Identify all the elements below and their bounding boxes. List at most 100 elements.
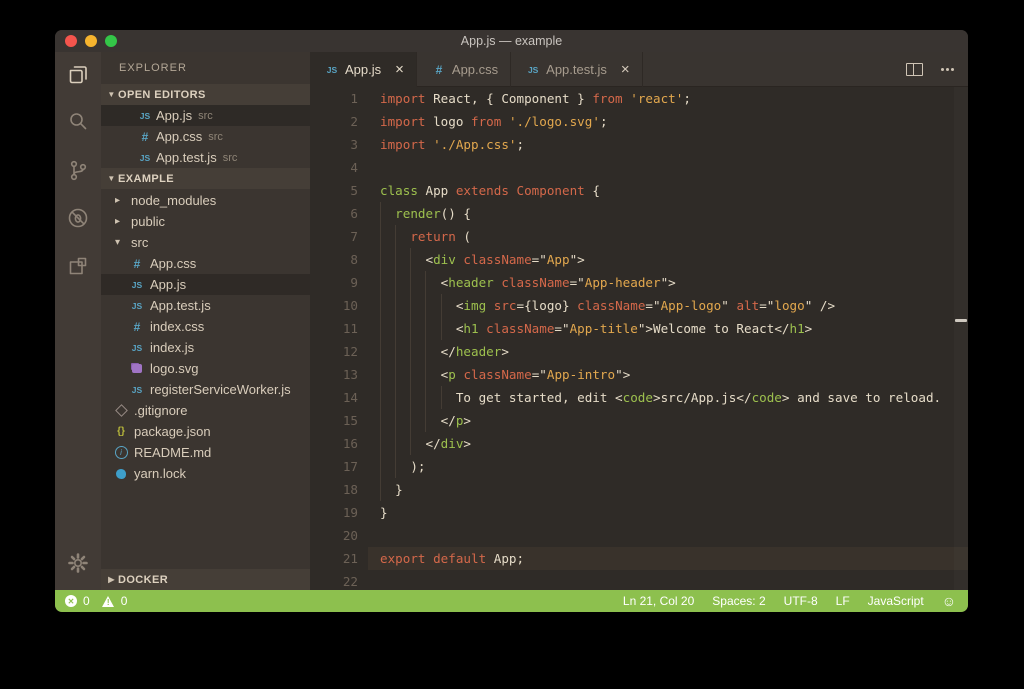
tree-item-readme-md[interactable]: README.md (101, 442, 310, 463)
json-file-icon (113, 424, 129, 440)
indent-guide (425, 409, 427, 432)
tree-item-index-js[interactable]: index.js (101, 337, 310, 358)
tab-app-css[interactable]: App.css (417, 52, 512, 87)
zoom-window-button[interactable] (105, 35, 117, 47)
js-file-icon (324, 62, 340, 78)
tree-item-app-js[interactable]: App.js (101, 274, 310, 295)
code-text: return ( (368, 225, 968, 248)
tree-item-registerserviceworker-js[interactable]: registerServiceWorker.js (101, 379, 310, 400)
folder-public[interactable]: ▸ public (101, 211, 310, 232)
code-line-8[interactable]: 8 <div className="App"> (310, 248, 968, 271)
debug-activity-button[interactable] (65, 207, 91, 233)
code-line-7[interactable]: 7 return ( (310, 225, 968, 248)
indent-guide (425, 271, 427, 294)
more-actions-icon[interactable] (946, 68, 949, 71)
chevron-down-icon: ▼ (107, 90, 116, 99)
code-text: <p className="App-intro"> (368, 363, 968, 386)
code-line-22[interactable]: 22 (310, 570, 968, 590)
tab-app-js[interactable]: App.js × (310, 52, 417, 87)
line-number: 1 (350, 91, 358, 106)
scrollbar[interactable] (954, 87, 968, 590)
code-text: export default App; (368, 547, 968, 570)
code-line-3[interactable]: 3 import './App.css'; (310, 133, 968, 156)
code-line-5[interactable]: 5 class App extends Component { (310, 179, 968, 202)
indent-guide (380, 409, 381, 432)
section-docker[interactable]: ▶ DOCKER (101, 569, 310, 590)
tree-item-gitignore[interactable]: .gitignore (101, 400, 310, 421)
code-line-16[interactable]: 16 </div> (310, 432, 968, 455)
explorer-activity-button[interactable] (65, 63, 91, 89)
section-open-editors[interactable]: ▼ OPEN EDITORS (101, 84, 310, 105)
tree-item-app-test-js[interactable]: App.test.js (101, 295, 310, 316)
problems-indicator[interactable]: ✕ 0 0 (65, 594, 127, 608)
code-line-18[interactable]: 18 } (310, 478, 968, 501)
code-text: <img src={logo} className="App-logo" alt… (368, 294, 968, 317)
code-line-21[interactable]: 21 export default App; (310, 547, 968, 570)
line-number: 21 (342, 551, 358, 566)
search-activity-button[interactable] (65, 111, 91, 137)
split-editor-icon[interactable] (906, 63, 923, 76)
close-icon[interactable]: × (621, 62, 630, 77)
close-icon[interactable]: × (395, 62, 404, 77)
code-line-10[interactable]: 10 <img src={logo} className="App-logo" … (310, 294, 968, 317)
file-label: README.md (134, 445, 212, 460)
open-editor-app-css[interactable]: App.css src (101, 126, 310, 147)
open-editor-app-js[interactable]: App.js src (101, 105, 310, 126)
code-text: <h1 className="App-title">Welcome to Rea… (368, 317, 968, 340)
file-label: App.test.js (150, 298, 211, 313)
close-window-button[interactable] (65, 35, 77, 47)
code-line-2[interactable]: 2 import logo from './logo.svg'; (310, 110, 968, 133)
folder-src[interactable]: ▾ src (101, 232, 310, 253)
code-line-19[interactable]: 19} (310, 501, 968, 524)
line-number: 19 (342, 505, 358, 520)
css-file-icon (137, 129, 153, 145)
line-number: 13 (342, 367, 358, 382)
line-number: 8 (350, 252, 358, 267)
tree-item-logo-svg[interactable]: logo.svg (101, 358, 310, 379)
code-line-12[interactable]: 12 </header> (310, 340, 968, 363)
line-number: 4 (350, 160, 358, 175)
code-line-6[interactable]: 6 render() { (310, 202, 968, 225)
code-line-17[interactable]: 17 ); (310, 455, 968, 478)
title-bar[interactable]: App.js — example (55, 30, 968, 52)
status-ln-21-col-20[interactable]: Ln 21, Col 20 (623, 594, 694, 608)
tree-item-yarn-lock[interactable]: yarn.lock (101, 463, 310, 484)
file-tree: ▸ node_modules ▸ public ▾ srcApp.css App.js App… (101, 189, 310, 484)
code-line-1[interactable]: 1 import React, { Component } from 'react… (310, 87, 968, 110)
indent-guide (395, 317, 397, 340)
tree-item-app-css[interactable]: App.css (101, 253, 310, 274)
settings-button[interactable] (65, 552, 91, 578)
js-file-icon (129, 340, 145, 356)
minimize-window-button[interactable] (85, 35, 97, 47)
status-spaces-2[interactable]: Spaces: 2 (712, 594, 765, 608)
editor-group: App.js × App.css App.test.js × 1 import React… (310, 52, 968, 590)
code-line-9[interactable]: 9 <header className="App-header"> (310, 271, 968, 294)
indent-guide (410, 409, 412, 432)
tab-label: App.test.js (546, 62, 607, 77)
section-example[interactable]: ▼ EXAMPLE (101, 168, 310, 189)
tab-app-test-js[interactable]: App.test.js × (511, 52, 643, 87)
status-utf-8[interactable]: UTF-8 (784, 594, 818, 608)
code-line-4[interactable]: 4 (310, 156, 968, 179)
indent-guide (425, 317, 427, 340)
code-line-13[interactable]: 13 <p className="App-intro"> (310, 363, 968, 386)
status-lf[interactable]: LF (836, 594, 850, 608)
extensions-icon (66, 254, 90, 283)
chevron-down-icon: ▾ (115, 237, 121, 248)
extensions-activity-button[interactable] (65, 255, 91, 281)
editor[interactable]: 1 import React, { Component } from 'react… (310, 87, 968, 590)
source-control-activity-button[interactable] (65, 159, 91, 185)
code-line-14[interactable]: 14 To get started, edit <code>src/App.js… (310, 386, 968, 409)
error-count: 0 (83, 594, 90, 608)
indent-guide (410, 386, 412, 409)
tree-item-index-css[interactable]: index.css (101, 316, 310, 337)
open-editor-app-test-js[interactable]: App.test.js src (101, 147, 310, 168)
tree-item-package-json[interactable]: package.json (101, 421, 310, 442)
code-line-11[interactable]: 11 <h1 className="App-title">Welcome to … (310, 317, 968, 340)
status-javascript[interactable]: JavaScript (868, 594, 924, 608)
feedback-smiley-icon[interactable]: ☺ (942, 594, 956, 608)
line-number: 10 (342, 298, 358, 313)
code-line-15[interactable]: 15 </p> (310, 409, 968, 432)
code-line-20[interactable]: 20 (310, 524, 968, 547)
folder-node-modules[interactable]: ▸ node_modules (101, 190, 310, 211)
